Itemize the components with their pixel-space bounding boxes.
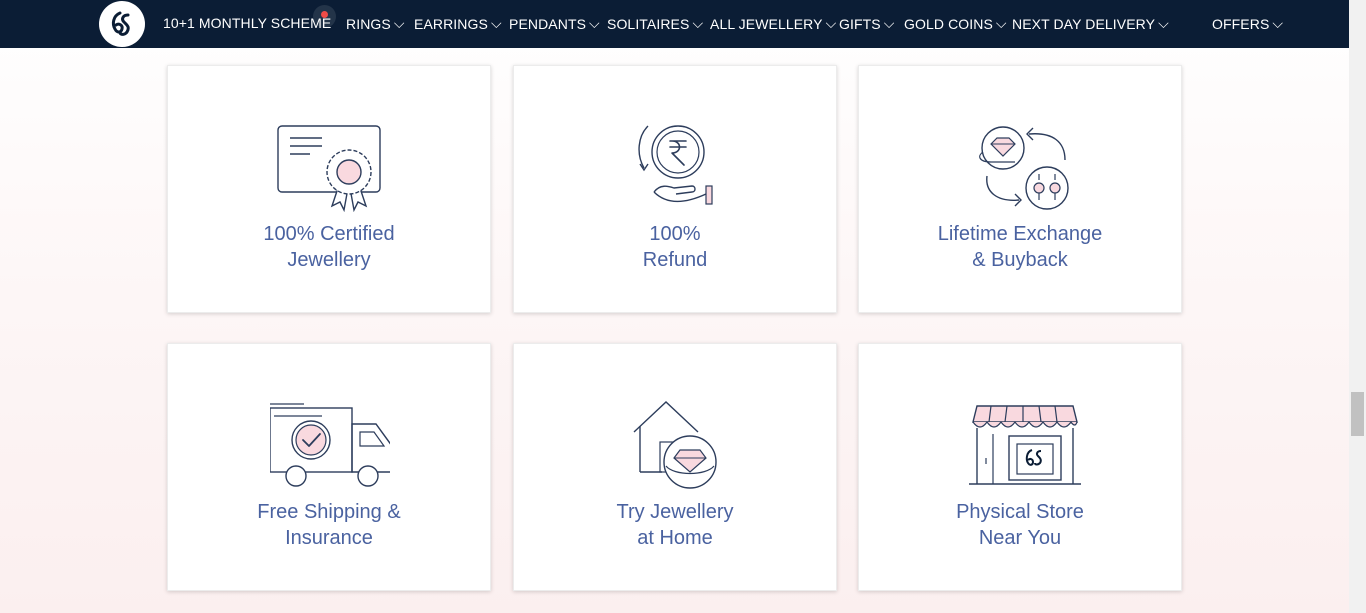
nav-label: OFFERS — [1212, 16, 1270, 32]
notification-dot-icon — [313, 5, 336, 28]
refund-icon — [638, 125, 713, 205]
page-scrollbar-track[interactable] — [1349, 0, 1366, 613]
chevron-down-icon: ⌵ — [1158, 15, 1169, 31]
feature-label: Physical Store Near You — [956, 501, 1084, 549]
nav-label: GIFTS — [839, 16, 881, 32]
nav-label: NEXT DAY DELIVERY — [1012, 16, 1156, 32]
feature-label: 100% Certified Jewellery — [263, 223, 395, 271]
store-icon — [969, 405, 1081, 485]
feature-card-shipping[interactable]: Free Shipping & Insurance — [167, 343, 491, 591]
nav-label: ALL JEWELLERY — [710, 16, 823, 32]
delivery-truck-icon — [270, 403, 390, 487]
feature-card-store[interactable]: Physical Store Near You — [858, 343, 1182, 591]
feature-card-try-at-home[interactable]: Try Jewellery at Home — [513, 343, 837, 591]
home-try-icon — [633, 401, 717, 489]
nav-item-solitaires[interactable]: SOLITAIRES ⌵ — [607, 0, 703, 48]
page-scrollbar-thumb[interactable] — [1351, 392, 1364, 436]
chevron-down-icon: ⌵ — [825, 15, 837, 31]
nav-label: SOLITAIRES — [607, 16, 690, 32]
chevron-down-icon: ⌵ — [1272, 15, 1284, 31]
nav-label: PENDANTS — [509, 16, 587, 32]
feature-card-exchange[interactable]: Lifetime Exchange & Buyback — [858, 65, 1182, 313]
nav-item-rings[interactable]: RINGS ⌵ — [346, 0, 405, 48]
chevron-down-icon: ⌵ — [393, 15, 405, 31]
brand-logo[interactable] — [99, 1, 145, 47]
nav-label: RINGS — [346, 16, 391, 32]
nav-item-gold-coins[interactable]: GOLD COINS ⌵ — [904, 0, 1007, 48]
nav-item-next-day-delivery[interactable]: NEXT DAY DELIVERY ⌵ — [1012, 0, 1169, 48]
chevron-down-icon: ⌵ — [490, 15, 502, 31]
brand-monogram-icon — [111, 11, 130, 36]
feature-card-refund[interactable]: 100% Refund — [513, 65, 837, 313]
top-navbar: 10+1 MONTHLY SCHEME RINGS ⌵ EARRINGS ⌵ PEN… — [0, 0, 1349, 48]
nav-label: EARRINGS — [414, 16, 488, 32]
nav-item-pendants[interactable]: PENDANTS ⌵ — [509, 0, 600, 48]
certificate-icon — [277, 125, 381, 212]
chevron-down-icon: ⌵ — [995, 15, 1007, 31]
nav-item-all-jewellery[interactable]: ALL JEWELLERY ⌵ — [710, 0, 836, 48]
feature-label: Lifetime Exchange & Buyback — [937, 223, 1103, 271]
nav-label: GOLD COINS — [904, 16, 993, 32]
nav-item-monthly-scheme[interactable]: 10+1 MONTHLY SCHEME — [163, 0, 331, 48]
nav-item-gifts[interactable]: GIFTS ⌵ — [839, 0, 894, 48]
chevron-down-icon: ⌵ — [883, 15, 895, 31]
feature-label: Free Shipping & Insurance — [257, 501, 401, 549]
feature-card-certified[interactable]: 100% Certified Jewellery — [167, 65, 491, 313]
feature-label: Try Jewellery at Home — [616, 501, 734, 549]
nav-item-offers[interactable]: OFFERS ⌵ — [1212, 0, 1283, 48]
chevron-down-icon: ⌵ — [589, 15, 600, 31]
exchange-icon — [979, 126, 1069, 210]
chevron-down-icon: ⌵ — [692, 15, 704, 31]
nav-item-earrings[interactable]: EARRINGS ⌵ — [414, 0, 502, 48]
feature-label: 100% Refund — [642, 223, 708, 271]
nav-label: 10+1 MONTHLY SCHEME — [163, 15, 332, 31]
